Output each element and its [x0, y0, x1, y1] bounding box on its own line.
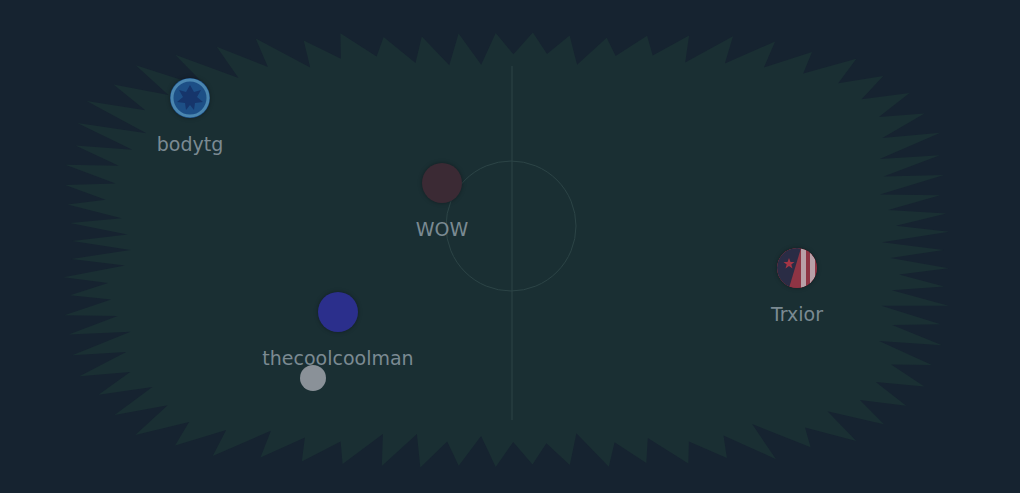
player-name: bodytg — [157, 132, 224, 156]
emblem-icon — [170, 78, 210, 118]
pitch — [0, 0, 1020, 493]
player-name: Trxior — [771, 302, 823, 326]
player-disc[interactable] — [422, 163, 462, 203]
player-name: WOW — [416, 217, 469, 241]
game-stage: bodytg WOW thecoolcoolman Trxior — [0, 0, 1020, 493]
player-disc[interactable] — [318, 292, 358, 332]
player-disc[interactable] — [777, 248, 817, 288]
pitch-ground — [64, 33, 949, 468]
center-line — [512, 66, 513, 420]
flag-icon — [777, 248, 817, 288]
player-disc[interactable] — [170, 78, 210, 118]
player-name: thecoolcoolman — [262, 346, 413, 370]
ball[interactable] — [300, 365, 326, 391]
